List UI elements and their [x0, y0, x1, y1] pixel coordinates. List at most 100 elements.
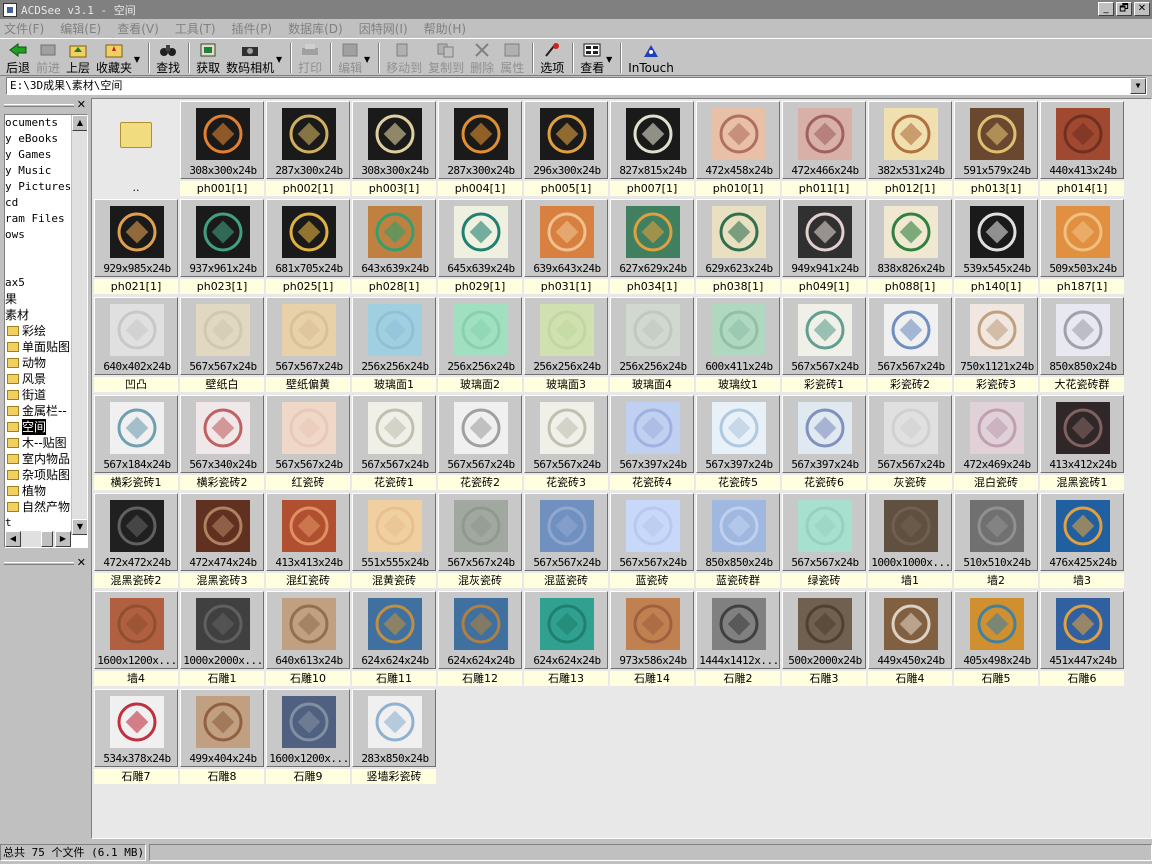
toolbar-button-15[interactable]: InTouch: [628, 39, 674, 75]
thumbnail-item[interactable]: 296x300x24b ph005[1]: [524, 101, 608, 197]
toolbar-button-10[interactable]: 复制到: [428, 39, 464, 75]
pane-grip[interactable]: [4, 562, 74, 565]
thumbnail-item[interactable]: 567x567x24b 蓝瓷砖: [610, 493, 694, 589]
thumbnail-item[interactable]: 937x961x24b ph023[1]: [180, 199, 264, 295]
toolbar-button-9[interactable]: 移动到: [386, 39, 422, 75]
thumbnail-item[interactable]: 567x184x24b 横彩瓷砖1: [94, 395, 178, 491]
toolbar-button-6[interactable]: 数码相机 ▼: [226, 39, 282, 75]
thumbnail-item[interactable]: 256x256x24b 玻璃面1: [352, 297, 436, 393]
thumbnail-item[interactable]: 1000x1000x... 墙1: [868, 493, 952, 589]
thumbnail-item[interactable]: 949x941x24b ph049[1]: [782, 199, 866, 295]
thumbnail-item[interactable]: 627x629x24b ph034[1]: [610, 199, 694, 295]
thumbnail-item[interactable]: 509x503x24b ph187[1]: [1040, 199, 1124, 295]
thumbnail-item[interactable]: 1444x1412x... 石雕2: [696, 591, 780, 687]
thumbnail-item[interactable]: 827x815x24b ph007[1]: [610, 101, 694, 197]
menu-item-7[interactable]: 帮助(H): [424, 20, 466, 37]
thumbnail-item[interactable]: 382x531x24b ph012[1]: [868, 101, 952, 197]
thumbnail-item[interactable]: 567x567x24b 绿瓷砖: [782, 493, 866, 589]
minimize-button[interactable]: _: [1098, 2, 1114, 16]
thumbnail-item[interactable]: 600x411x24b 玻璃纹1: [696, 297, 780, 393]
menu-item-0[interactable]: 文件(F): [4, 20, 44, 37]
toolbar-button-13[interactable]: 选项: [540, 39, 564, 75]
toolbar-button-2[interactable]: 上层: [66, 39, 90, 75]
thumbnail-item[interactable]: 472x469x24b 混白瓷砖: [954, 395, 1038, 491]
thumbnail-item[interactable]: 1600x1200x... 墙4: [94, 591, 178, 687]
thumbnail-item[interactable]: 567x567x24b 混灰瓷砖: [438, 493, 522, 589]
scroll-right-button[interactable]: ▶: [55, 531, 71, 547]
menu-item-4[interactable]: 插件(P): [232, 20, 273, 37]
toolbar-button-14[interactable]: 查看 ▼: [580, 39, 612, 75]
thumbnail-item[interactable]: 850x850x24b 蓝瓷砖群: [696, 493, 780, 589]
toolbar-button-8[interactable]: 编辑 ▼: [338, 39, 370, 75]
thumbnail-item[interactable]: 591x579x24b ph013[1]: [954, 101, 1038, 197]
thumbnail-item[interactable]: 472x458x24b ph010[1]: [696, 101, 780, 197]
thumbnail-item[interactable]: 929x985x24b ph021[1]: [94, 199, 178, 295]
preview-pane-close-icon[interactable]: ✕: [77, 557, 86, 568]
thumbnail-item[interactable]: 567x567x24b 灰瓷砖: [868, 395, 952, 491]
folder-pane-close-icon[interactable]: ✕: [77, 99, 86, 110]
thumbnail-item[interactable]: 451x447x24b 石雕6: [1040, 591, 1124, 687]
thumbnail-item[interactable]: 567x567x24b 彩瓷砖1: [782, 297, 866, 393]
thumbnail-item[interactable]: 567x567x24b 花瓷砖2: [438, 395, 522, 491]
toolbar-dropdown-arrow-icon[interactable]: ▼: [134, 55, 140, 64]
thumbnail-item[interactable]: 1000x2000x... 石雕1: [180, 591, 264, 687]
scroll-track[interactable]: [72, 131, 87, 519]
thumbnail-item[interactable]: 551x555x24b 混黄瓷砖: [352, 493, 436, 589]
parent-folder-item[interactable]: ..: [94, 101, 178, 197]
toolbar-button-3[interactable]: 收藏夹 ▼: [96, 39, 140, 75]
thumbnail-item[interactable]: 283x850x24b 竖墙彩瓷砖: [352, 689, 436, 785]
thumbnail-item[interactable]: 567x567x24b 壁纸偏黄: [266, 297, 350, 393]
toolbar-button-11[interactable]: 删除: [470, 39, 494, 75]
thumbnail-item[interactable]: 640x402x24b 凹凸: [94, 297, 178, 393]
pane-grip[interactable]: [4, 104, 74, 107]
tree-horizontal-scrollbar[interactable]: ◀ ▶: [5, 531, 71, 547]
thumbnail-item[interactable]: 681x705x24b ph025[1]: [266, 199, 350, 295]
thumbnail-item[interactable]: 838x826x24b ph088[1]: [868, 199, 952, 295]
thumbnail-item[interactable]: 624x624x24b 石雕13: [524, 591, 608, 687]
toolbar-button-12[interactable]: 属性: [500, 39, 524, 75]
thumbnail-item[interactable]: 850x850x24b 大花瓷砖群: [1040, 297, 1124, 393]
thumbnail-item[interactable]: 500x2000x24b 石雕3: [782, 591, 866, 687]
thumbnail-item[interactable]: 624x624x24b 石雕12: [438, 591, 522, 687]
thumbnail-item[interactable]: 287x300x24b ph004[1]: [438, 101, 522, 197]
scroll-thumb[interactable]: [41, 531, 53, 547]
thumbnail-item[interactable]: 567x567x24b 红瓷砖: [266, 395, 350, 491]
scroll-up-button[interactable]: ▲: [72, 115, 87, 131]
thumbnail-item[interactable]: 539x545x24b ph140[1]: [954, 199, 1038, 295]
toolbar-dropdown-arrow-icon[interactable]: ▼: [276, 55, 282, 64]
thumbnail-item[interactable]: 308x300x24b ph001[1]: [180, 101, 264, 197]
thumbnail-item[interactable]: 256x256x24b 玻璃面3: [524, 297, 608, 393]
thumbnail-item[interactable]: 643x639x24b ph028[1]: [352, 199, 436, 295]
thumbnail-item[interactable]: 629x623x24b ph038[1]: [696, 199, 780, 295]
menu-item-6[interactable]: 因特网(I): [359, 20, 408, 37]
thumbnail-item[interactable]: 645x639x24b ph029[1]: [438, 199, 522, 295]
thumbnail-item[interactable]: 567x397x24b 花瓷砖4: [610, 395, 694, 491]
thumbnail-item[interactable]: 640x613x24b 石雕10: [266, 591, 350, 687]
thumbnail-item[interactable]: 256x256x24b 玻璃面2: [438, 297, 522, 393]
menu-item-1[interactable]: 编辑(E): [60, 20, 101, 37]
thumbnail-item[interactable]: 440x413x24b ph014[1]: [1040, 101, 1124, 197]
thumbnail-item[interactable]: 750x1121x24b 彩瓷砖3: [954, 297, 1038, 393]
address-bar[interactable]: E:\3D成果\素材\空间 ▼: [6, 77, 1147, 95]
thumbnail-item[interactable]: 472x474x24b 混黑瓷砖3: [180, 493, 264, 589]
toolbar-button-0[interactable]: 后退: [6, 39, 30, 75]
thumbnail-item[interactable]: 973x586x24b 石雕14: [610, 591, 694, 687]
toolbar-dropdown-arrow-icon[interactable]: ▼: [606, 55, 612, 64]
menu-item-3[interactable]: 工具(T): [175, 20, 216, 37]
thumbnail-item[interactable]: 256x256x24b 玻璃面4: [610, 297, 694, 393]
scroll-down-button[interactable]: ▼: [72, 519, 87, 535]
thumbnail-item[interactable]: 567x397x24b 花瓷砖5: [696, 395, 780, 491]
toolbar-button-1[interactable]: 前进: [36, 39, 60, 75]
toolbar-dropdown-arrow-icon[interactable]: ▼: [364, 55, 370, 64]
thumbnail-item[interactable]: 405x498x24b 石雕5: [954, 591, 1038, 687]
thumbnail-item[interactable]: 510x510x24b 墙2: [954, 493, 1038, 589]
thumbnail-item[interactable]: 639x643x24b ph031[1]: [524, 199, 608, 295]
menu-item-2[interactable]: 查看(V): [117, 20, 159, 37]
address-dropdown-button[interactable]: ▼: [1130, 78, 1146, 94]
thumbnail-item[interactable]: 567x397x24b 花瓷砖6: [782, 395, 866, 491]
thumbnail-item[interactable]: 476x425x24b 墙3: [1040, 493, 1124, 589]
thumbnail-item[interactable]: 287x300x24b ph002[1]: [266, 101, 350, 197]
thumbnail-item[interactable]: 413x413x24b 混红瓷砖: [266, 493, 350, 589]
close-button[interactable]: ✕: [1134, 2, 1150, 16]
toolbar-button-5[interactable]: 获取: [196, 39, 220, 75]
